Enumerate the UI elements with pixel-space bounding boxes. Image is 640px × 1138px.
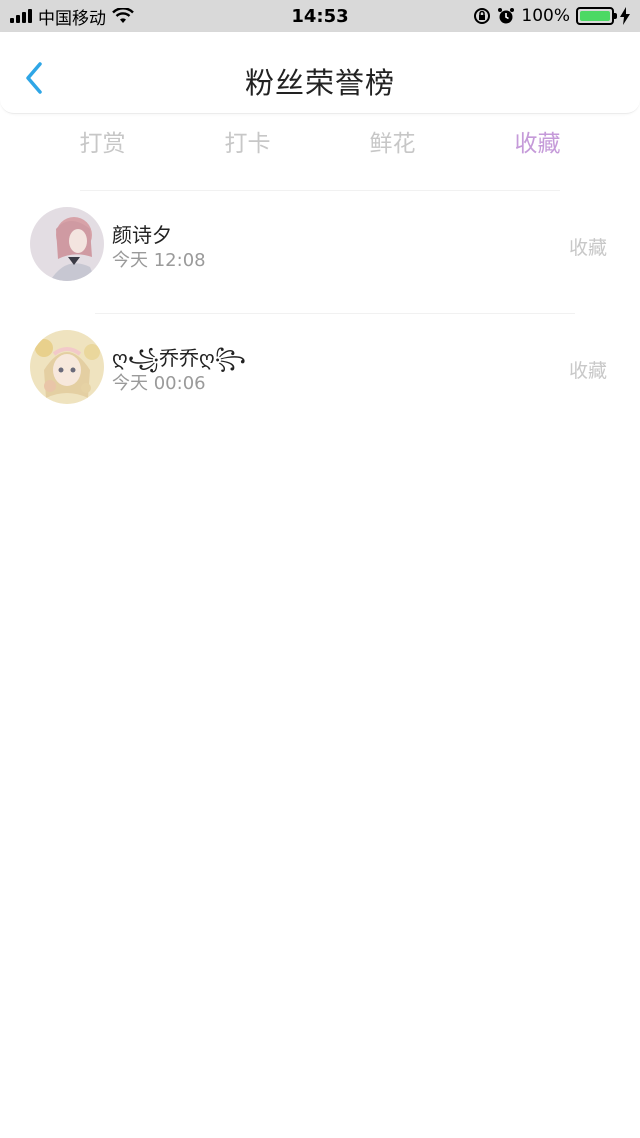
battery-icon xyxy=(576,7,617,25)
tab-favorites[interactable]: 收藏 xyxy=(465,124,610,164)
status-right: 100% xyxy=(473,6,630,26)
tab-reward[interactable]: 打赏 xyxy=(30,124,175,164)
battery-level xyxy=(580,11,610,21)
wifi-icon xyxy=(112,8,134,23)
user-name: 颜诗夕 xyxy=(112,223,172,247)
tab-bar: 打赏 打卡 鲜花 收藏 xyxy=(30,124,610,164)
action-label: 收藏 xyxy=(568,360,607,382)
timestamp: 今天 12:08 xyxy=(112,250,206,271)
orientation-lock-icon xyxy=(474,8,491,24)
nav-bar: 粉丝荣誉榜 xyxy=(0,32,640,114)
avatar[interactable] xyxy=(30,330,104,404)
fan-list: 颜诗夕 今天 12:08 收藏 ღ꧁乔乔ღ꧂ 今天 00:06 收藏 xyxy=(0,191,640,437)
carrier-label: 中国移动 xyxy=(38,8,106,29)
status-bar: 中国移动 14:53 100% xyxy=(0,0,640,32)
timestamp: 今天 00:06 xyxy=(112,373,206,394)
list-item[interactable]: ღ꧁乔乔ღ꧂ 今天 00:06 收藏 xyxy=(0,314,640,437)
page-title: 粉丝荣誉榜 xyxy=(244,66,395,100)
tab-checkin[interactable]: 打卡 xyxy=(175,124,320,164)
tab-flowers[interactable]: 鲜花 xyxy=(320,124,465,164)
list-item[interactable]: 颜诗夕 今天 12:08 收藏 xyxy=(0,191,640,314)
action-label: 收藏 xyxy=(568,237,607,259)
alarm-icon xyxy=(498,8,515,24)
status-left: 中国移动 xyxy=(10,4,134,29)
signal-icon xyxy=(10,9,32,23)
battery-percent: 100% xyxy=(521,6,570,26)
charging-icon xyxy=(620,7,630,25)
divider xyxy=(95,436,575,437)
avatar[interactable] xyxy=(30,207,104,281)
